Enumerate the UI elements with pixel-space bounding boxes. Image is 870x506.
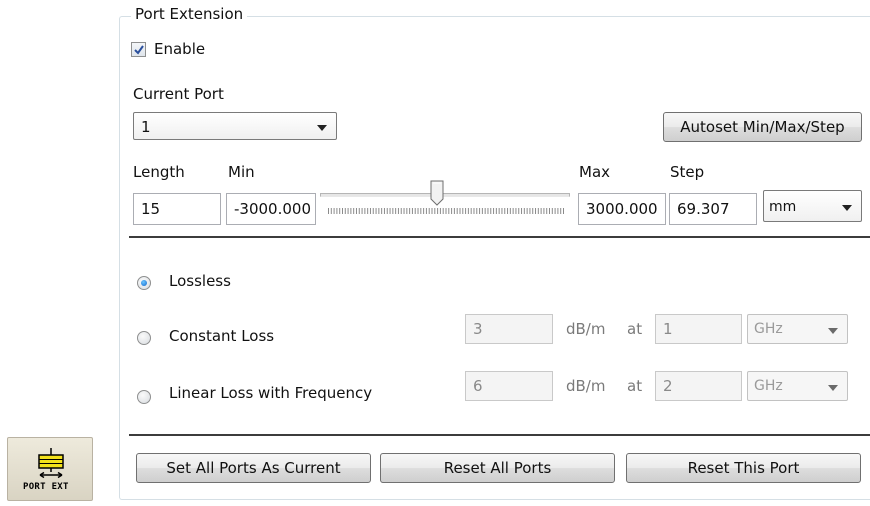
port-ext-toolbar-button[interactable]: PORT EXT bbox=[7, 437, 93, 501]
step-input[interactable] bbox=[669, 193, 757, 225]
constant-loss-label: Constant Loss bbox=[169, 327, 275, 345]
constant-loss-at: at bbox=[627, 320, 643, 338]
constant-loss-freq-unit: GHz bbox=[754, 321, 783, 337]
chevron-down-icon bbox=[828, 385, 838, 391]
max-input[interactable] bbox=[578, 193, 666, 225]
linear-loss-freq-input[interactable] bbox=[655, 371, 742, 401]
linear-loss-radio[interactable] bbox=[137, 390, 151, 404]
current-port-label: Current Port bbox=[133, 85, 224, 103]
step-label: Step bbox=[670, 163, 705, 181]
linear-loss-freq-unit-select[interactable]: GHz bbox=[747, 371, 848, 401]
enable-checkbox[interactable] bbox=[131, 42, 146, 57]
slider-track bbox=[320, 193, 570, 197]
linear-loss-freq-unit: GHz bbox=[754, 378, 783, 394]
linear-loss-at: at bbox=[627, 377, 643, 395]
port-extension-icon bbox=[38, 448, 64, 479]
slider-ticks bbox=[328, 208, 564, 214]
length-label: Length bbox=[133, 163, 185, 181]
max-label: Max bbox=[579, 163, 611, 181]
unit-value: mm bbox=[769, 199, 797, 215]
port-ext-label: PORT EXT bbox=[23, 482, 69, 492]
divider bbox=[129, 434, 870, 436]
chevron-down-icon bbox=[842, 205, 852, 211]
min-input[interactable] bbox=[226, 193, 316, 225]
set-all-ports-button[interactable]: Set All Ports As Current bbox=[136, 453, 371, 483]
chevron-down-icon bbox=[828, 328, 838, 334]
lossless-radio[interactable] bbox=[137, 276, 151, 290]
current-port-value: 1 bbox=[141, 118, 151, 136]
lossless-label: Lossless bbox=[169, 272, 231, 290]
port-extension-group bbox=[119, 16, 870, 500]
unit-select[interactable]: mm bbox=[763, 190, 862, 222]
constant-loss-radio[interactable] bbox=[137, 331, 151, 345]
checkmark-icon bbox=[134, 45, 144, 55]
linear-loss-value-input[interactable] bbox=[465, 371, 553, 401]
group-title: Port Extension bbox=[131, 5, 248, 23]
autoset-button[interactable]: Autoset Min/Max/Step bbox=[663, 112, 862, 142]
chevron-down-icon bbox=[317, 125, 327, 131]
constant-loss-freq-unit-select[interactable]: GHz bbox=[747, 314, 848, 344]
enable-label: Enable bbox=[154, 40, 206, 58]
current-port-select[interactable]: 1 bbox=[133, 112, 337, 140]
linear-loss-unit: dB/m bbox=[566, 377, 606, 395]
linear-loss-label: Linear Loss with Frequency bbox=[169, 384, 373, 402]
constant-loss-value-input[interactable] bbox=[465, 314, 553, 344]
constant-loss-freq-input[interactable] bbox=[655, 314, 742, 344]
min-label: Min bbox=[228, 163, 255, 181]
length-input[interactable] bbox=[133, 193, 221, 225]
slider-thumb[interactable] bbox=[430, 180, 444, 206]
constant-loss-unit: dB/m bbox=[566, 320, 606, 338]
reset-this-port-button[interactable]: Reset This Port bbox=[626, 453, 861, 483]
reset-all-ports-button[interactable]: Reset All Ports bbox=[380, 453, 615, 483]
divider bbox=[129, 236, 870, 238]
